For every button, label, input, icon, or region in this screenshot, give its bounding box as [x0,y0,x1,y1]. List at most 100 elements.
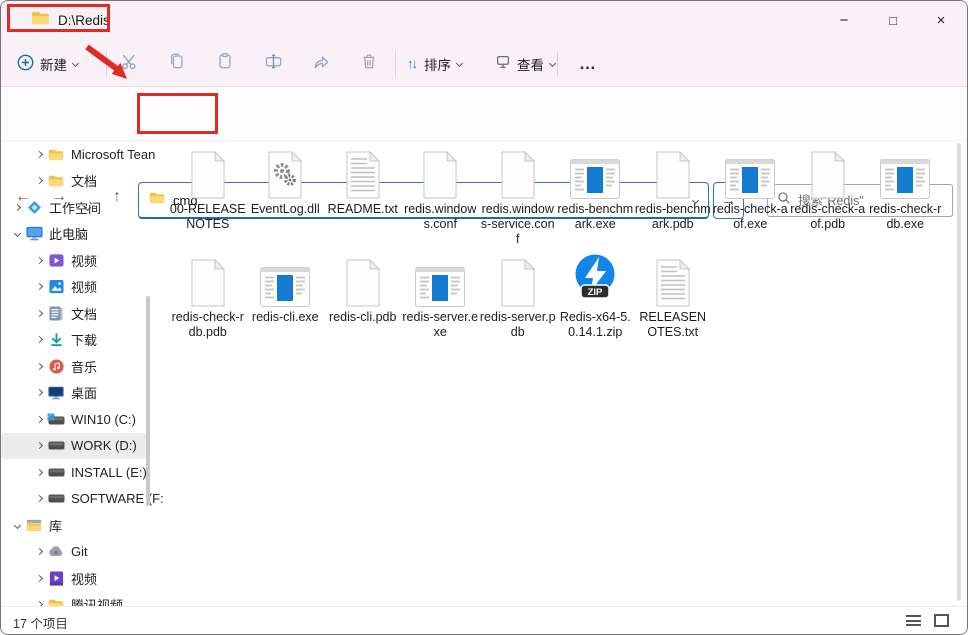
sidebar-item-label: 文档 [71,171,97,190]
chevron-right-icon[interactable] [31,417,47,422]
svg-text:ZIP: ZIP [588,287,603,298]
sidebar-item-videos[interactable]: 视频 [1,247,163,274]
copy-icon [168,52,186,75]
chevron-right-icon[interactable] [31,549,47,554]
cut-button[interactable] [114,41,144,86]
file-item-redis-server-pdb[interactable]: redis-server.pdb [479,251,557,359]
share-button[interactable] [306,41,336,86]
file-item-redis-benchmark-exe[interactable]: redis-benchmark.exe [557,143,635,251]
details-view-toggle-icon[interactable] [906,615,921,626]
chevron-right-icon[interactable] [31,364,47,369]
rename-button[interactable] [258,41,288,86]
chevron-down-icon [456,60,463,67]
sort-button[interactable]: ↑↓ 排序 [407,41,462,86]
file-file-icon [344,251,382,307]
sidebar-item-win10-c[interactable]: WIN10 (C:) [1,406,163,433]
folder-icon [31,10,50,30]
scissors-icon [120,52,139,76]
sidebar-item-pictures[interactable]: 视频 [1,274,163,301]
file-name: redis-server.exe [402,310,478,340]
chevron-right-icon[interactable] [31,311,47,316]
documents-icon [47,306,65,321]
file-item-redis-cli-pdb[interactable]: redis-cli.pdb [324,251,402,359]
window-title: D:\Redis [58,13,110,28]
file-item-redis-zip[interactable]: ZIPRedis-x64-5.0.14.1.zip [557,251,635,359]
file-item-redis-windows-service-conf[interactable]: redis.windows-service.conf [479,143,557,251]
file-item-redis-cli-exe[interactable]: redis-cli.exe [247,251,325,359]
sidebar-item-documents-top[interactable]: 文档 [1,168,163,195]
close-button[interactable]: × [918,1,964,41]
drive-icon [47,441,65,450]
chevron-right-icon[interactable] [9,205,25,210]
sidebar-item-label: 文档 [71,304,97,323]
chevron-right-icon[interactable] [31,258,47,263]
sidebar-item-label: 视频 [71,251,97,270]
sidebar-item-music[interactable]: 音乐 [1,353,163,380]
navigation-pane: Microsoft Tean文档工作空间此电脑视频视频文档下载音乐桌面WIN10… [1,141,163,606]
chevron-right-icon[interactable] [31,284,47,289]
chevron-right-icon[interactable] [31,576,47,581]
file-name: redis-cli.exe [252,310,319,325]
delete-button[interactable] [354,41,384,86]
folder-icon [47,598,65,606]
sidebar-item-git[interactable]: Git [1,539,163,566]
chevron-down-icon[interactable] [9,523,25,528]
view-button[interactable]: 查看 [495,41,555,86]
plus-circle-icon [17,54,34,74]
more-options-button[interactable]: … [579,41,597,86]
chevron-right-icon[interactable] [31,443,47,448]
chevron-down-icon[interactable] [9,231,25,236]
file-name: redis.windows.conf [402,202,478,232]
sidebar-item-microsoft-teams[interactable]: Microsoft Tean [1,141,163,168]
file-item-redis-check-rdb-exe[interactable]: redis-check-rdb.exe [867,143,945,251]
chevron-right-icon[interactable] [31,178,47,183]
sidebar-item-label: 下载 [71,330,97,349]
sidebar-scrollbar[interactable] [146,296,150,506]
sidebar-item-this-pc[interactable]: 此电脑 [1,221,163,248]
sidebar-item-label: INSTALL (E:) [71,465,147,480]
sidebar-item-workspace[interactable]: 工作空间 [1,194,163,221]
sidebar-item-videos-library[interactable]: 视频 [1,565,163,592]
maximize-button[interactable]: □ [870,1,916,41]
copy-button[interactable] [162,41,192,86]
file-item-00-releasenotes[interactable]: 00-RELEASENOTES [169,143,247,251]
file-item-redis-benchmark-pdb[interactable]: redis-benchmark.pdb [634,143,712,251]
chevron-right-icon[interactable] [31,496,47,501]
file-item-eventlog-dll[interactable]: EventLog.dll [247,143,325,251]
exe-file-icon [570,143,620,199]
file-item-redis-server-exe[interactable]: redis-server.exe [402,251,480,359]
git-icon [47,546,65,557]
sidebar-item-desktop[interactable]: 桌面 [1,380,163,407]
ellipsis-icon: … [579,54,597,74]
sidebar-item-install-e[interactable]: INSTALL (E:) [1,459,163,486]
folder-icon [47,148,65,161]
file-file-icon [189,143,227,199]
minimize-button[interactable]: − [821,1,867,41]
file-item-redis-check-rdb-pdb[interactable]: redis-check-rdb.pdb [169,251,247,359]
file-item-redis-check-aof-pdb[interactable]: redis-check-aof.pdb [789,143,867,251]
sidebar-item-tencent-video[interactable]: 腾讯视频 [1,592,163,607]
chevron-right-icon[interactable] [31,390,47,395]
file-item-releasenotes-txt[interactable]: RELEASENOTES.txt [634,251,712,359]
chevron-right-icon[interactable] [31,470,47,475]
sidebar-item-work-d[interactable]: WORK (D:) [1,433,147,460]
file-item-redis-windows-conf[interactable]: redis.windows.conf [402,143,480,251]
paste-button[interactable] [210,41,240,86]
file-name: redis-check-aof.pdb [790,202,866,232]
file-item-redis-check-aof-exe[interactable]: redis-check-aof.exe [712,143,790,251]
sidebar-item-software-f[interactable]: SOFTWARE (F:) [1,486,163,513]
computer-icon [25,226,43,241]
sidebar-item-libraries[interactable]: 库 [1,512,163,539]
file-file-icon [189,251,227,307]
new-button[interactable]: 新建 [17,41,78,86]
file-name: redis-check-rdb.pdb [170,310,246,340]
chevron-right-icon[interactable] [31,152,47,157]
sidebar-item-documents[interactable]: 文档 [1,300,163,327]
large-icons-view-toggle-icon[interactable] [934,614,949,627]
content-scrollbar[interactable] [957,143,961,601]
file-item-readme-txt[interactable]: README.txt [324,143,402,251]
file-name: README.txt [328,202,398,217]
sidebar-item-downloads[interactable]: 下载 [1,327,163,354]
chevron-right-icon[interactable] [31,337,47,342]
file-file-icon [421,143,459,199]
